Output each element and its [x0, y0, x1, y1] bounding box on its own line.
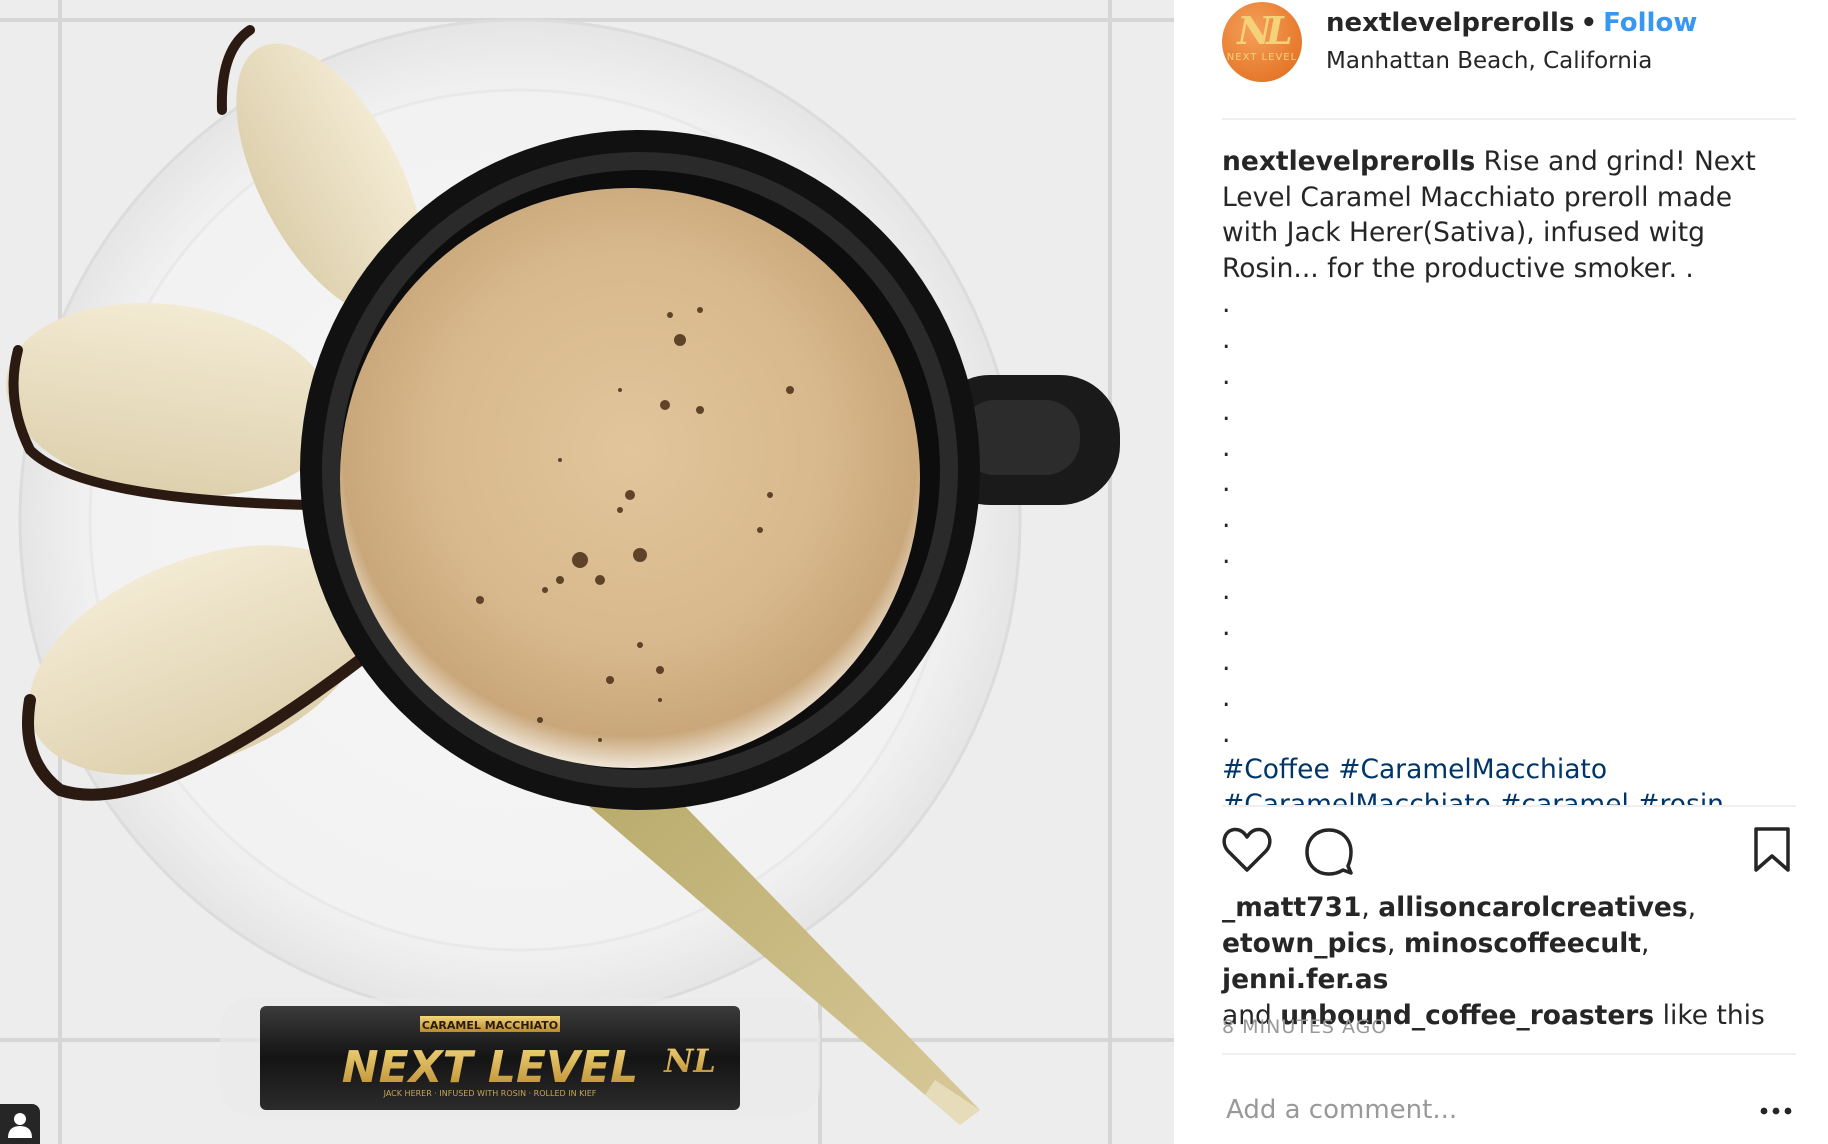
location-link[interactable]: Manhattan Beach, California: [1326, 48, 1652, 74]
header-username[interactable]: nextlevelprerolls: [1326, 8, 1574, 38]
tube-brand: NEXT LEVEL: [342, 1042, 638, 1093]
avatar-monogram: NL: [1237, 8, 1292, 53]
caption-dot: .: [1222, 682, 1231, 714]
caption-dots: . . . . . . . . . . . . .: [1222, 286, 1796, 751]
user-tag-button[interactable]: [0, 1104, 40, 1144]
avatar-subtext: NEXT LEVEL: [1226, 52, 1298, 63]
caption-dot: .: [1222, 467, 1231, 499]
user-tag-icon: [8, 1113, 32, 1138]
follow-button[interactable]: Follow: [1603, 8, 1697, 38]
photo-canvas: CARAMEL MACCHIATO NEXT LEVEL JACK HERER …: [0, 0, 1174, 1144]
heart-icon: [1222, 827, 1272, 872]
tube-logo: NL: [663, 1042, 716, 1080]
header-divider: [1222, 118, 1796, 120]
caption-username[interactable]: nextlevelprerolls: [1222, 146, 1475, 177]
action-bar: [1222, 826, 1796, 878]
caption-dot: .: [1222, 431, 1231, 463]
likes-summary: _matt731, allisoncarolcreatives, etown_p…: [1222, 892, 1765, 1031]
comment-button[interactable]: [1304, 826, 1356, 878]
post-sidebar: NL NEXT LEVEL nextlevelprerolls • Follow M…: [1174, 0, 1828, 1144]
comment-divider: [1222, 1053, 1796, 1055]
liker-link[interactable]: minoscoffeecult: [1404, 928, 1641, 959]
header-username-row: nextlevelprerolls • Follow: [1326, 8, 1697, 38]
post-photo[interactable]: CARAMEL MACCHIATO NEXT LEVEL JACK HERER …: [0, 0, 1174, 1144]
likes-suffix: like this: [1662, 1000, 1765, 1031]
liker-link[interactable]: etown_pics: [1222, 928, 1387, 959]
caption-dot: .: [1222, 359, 1231, 391]
caption-dot: .: [1222, 503, 1231, 535]
caption-dot: .: [1222, 324, 1231, 356]
tube-top-label: CARAMEL MACCHIATO: [422, 1019, 558, 1032]
caption-hashtags-cut: #CaramelMacchiato #caramel #rosin #kief: [1222, 787, 1796, 806]
caption-scroll-area[interactable]: nextlevelprerolls Rise and grind! Next L…: [1222, 144, 1796, 806]
caption-dot: .: [1222, 646, 1231, 678]
caption: nextlevelprerolls Rise and grind! Next L…: [1222, 144, 1796, 286]
header-separator: •: [1580, 8, 1598, 38]
caption-dot: .: [1222, 717, 1231, 749]
bookmark-icon: [1754, 827, 1790, 872]
liker-link[interactable]: _matt731: [1222, 892, 1361, 923]
caption-dot: .: [1222, 610, 1231, 642]
more-options-button[interactable]: [1756, 1096, 1796, 1126]
caption-dot: .: [1222, 288, 1231, 320]
caption-hashtags: #Coffee #CaramelMacchiato: [1222, 752, 1796, 788]
caption-dot: .: [1222, 538, 1231, 570]
hashtag-link[interactable]: #CaramelMacchiato: [1338, 754, 1607, 785]
comment-input[interactable]: [1222, 1086, 1730, 1134]
caption-dot: .: [1222, 574, 1231, 606]
hashtag-link[interactable]: #Coffee: [1222, 754, 1330, 785]
liker-link[interactable]: allisoncarolcreatives: [1378, 892, 1687, 923]
preroll-tube: CARAMEL MACCHIATO NEXT LEVEL JACK HERER …: [220, 998, 820, 1116]
tube-sub: JACK HERER · INFUSED WITH ROSIN · ROLLED…: [383, 1089, 597, 1098]
caption-dot: .: [1222, 395, 1231, 427]
liker-link[interactable]: jenni.fer.as: [1222, 964, 1388, 995]
like-button[interactable]: [1222, 826, 1274, 878]
hashtag-link[interactable]: #CaramelMacchiato #caramel #rosin #kief: [1222, 789, 1724, 806]
comment-icon: [1305, 828, 1353, 876]
more-icon: [1760, 1107, 1792, 1115]
avatar[interactable]: NL NEXT LEVEL: [1222, 2, 1302, 82]
post-timestamp[interactable]: 8 MINUTES AGO: [1222, 1016, 1387, 1038]
bookmark-button[interactable]: [1752, 826, 1804, 878]
caption-divider: [1222, 805, 1796, 807]
